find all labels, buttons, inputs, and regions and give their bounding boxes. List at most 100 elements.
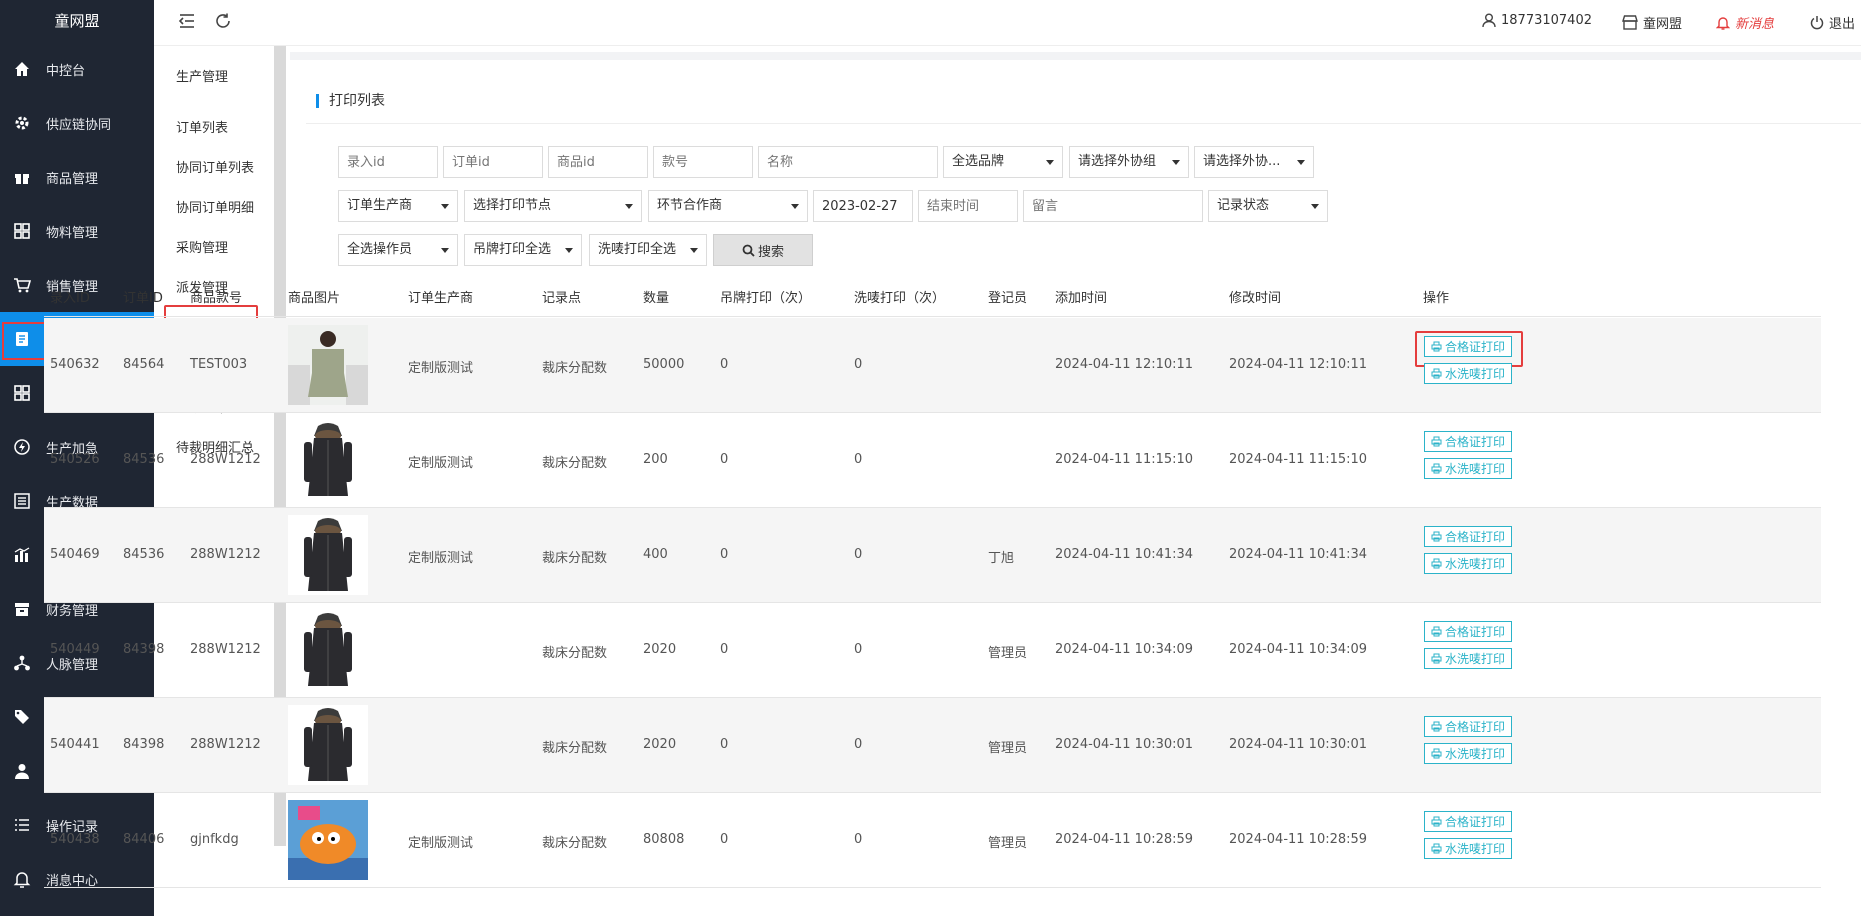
manufacturer-select[interactable]: 订单生产商 bbox=[338, 190, 458, 222]
shop-icon bbox=[1622, 15, 1638, 30]
logout-button[interactable]: 退出 bbox=[1810, 13, 1855, 32]
sub-nav-item[interactable]: 订单列表 bbox=[176, 117, 228, 136]
product-image[interactable] bbox=[288, 325, 368, 405]
table-cell-modified: 2024-04-11 11:15:10 bbox=[1229, 452, 1368, 467]
sidebar-item[interactable]: 物料管理 bbox=[0, 204, 154, 258]
order-id-input[interactable] bbox=[443, 146, 543, 178]
tag-icon bbox=[12, 707, 32, 727]
table-cell-point: 裁床分配数 bbox=[542, 741, 608, 756]
table-cell-tag: 0 bbox=[720, 642, 729, 657]
wash-print-button[interactable]: 水洗唛打印 bbox=[1424, 838, 1512, 859]
table-cell-maker: 定制版测试 bbox=[408, 551, 474, 566]
bell-icon bbox=[1716, 17, 1730, 30]
product-image[interactable] bbox=[288, 705, 368, 785]
table-cell-modified: 2024-04-11 10:30:01 bbox=[1229, 737, 1368, 752]
message-input[interactable] bbox=[1023, 190, 1203, 222]
product-image[interactable] bbox=[288, 515, 368, 595]
table-cell-style: 288W1212 bbox=[190, 547, 261, 562]
collapse-menu-icon[interactable] bbox=[178, 12, 198, 32]
wash-print-button[interactable]: 水洗唛打印 bbox=[1424, 743, 1512, 764]
table-cell-style: gjnfkdg bbox=[190, 832, 239, 847]
column-header: 商品款号 bbox=[190, 291, 243, 306]
table-row: 540438 84406 gjnfkdg 定制版测试 裁床分配数 80808 0 0 管理员 20… bbox=[44, 793, 1821, 888]
column-header: 记录点 bbox=[542, 291, 582, 306]
search-button[interactable]: 搜索 bbox=[713, 234, 813, 266]
style-no-input[interactable] bbox=[653, 146, 753, 178]
search-icon bbox=[742, 244, 755, 257]
wash-print-label: 水洗唛打印 bbox=[1444, 842, 1505, 856]
printer-icon bbox=[1431, 558, 1445, 569]
sidebar-item[interactable]: 中控台 bbox=[0, 42, 154, 96]
logout-label: 退出 bbox=[1829, 17, 1856, 32]
refresh-icon[interactable] bbox=[214, 12, 234, 32]
table-cell-modified: 2024-04-11 10:34:09 bbox=[1229, 642, 1368, 657]
printer-icon bbox=[1431, 531, 1445, 542]
table-cell-tag: 0 bbox=[720, 547, 729, 562]
wash-print-button[interactable]: 水洗唛打印 bbox=[1424, 458, 1512, 479]
operator-select[interactable]: 全选操作员 bbox=[338, 234, 458, 266]
product-image[interactable] bbox=[288, 800, 368, 880]
outsource-select[interactable]: 请选择外协... bbox=[1194, 146, 1314, 178]
cert-print-button[interactable]: 合格证打印 bbox=[1415, 331, 1523, 367]
partner-select[interactable]: 环节合作商 bbox=[648, 190, 808, 222]
table-cell-wash: 0 bbox=[854, 357, 863, 372]
wash-print-button[interactable]: 水洗唛打印 bbox=[1424, 553, 1512, 574]
print-node-select[interactable]: 选择打印节点 bbox=[464, 190, 642, 222]
column-header: 添加时间 bbox=[1055, 291, 1108, 306]
column-header: 商品图片 bbox=[288, 291, 341, 306]
table-cell-modified: 2024-04-11 12:10:11 bbox=[1229, 357, 1368, 372]
table-cell-added: 2024-04-11 12:10:11 bbox=[1055, 357, 1194, 372]
cert-print-button[interactable]: 合格证打印 bbox=[1424, 431, 1512, 452]
record-status-select[interactable]: 记录状态 bbox=[1208, 190, 1328, 222]
cert-print-button[interactable]: 合格证打印 bbox=[1424, 716, 1512, 737]
brand-select[interactable]: 全选品牌 bbox=[943, 146, 1063, 178]
sub-nav-item[interactable]: 协同订单明细 bbox=[176, 197, 254, 216]
table-cell-qty: 400 bbox=[643, 547, 668, 562]
printer-icon bbox=[1431, 626, 1445, 637]
table-cell-point: 裁床分配数 bbox=[542, 361, 608, 376]
sidebar-item-label: 商品管理 bbox=[46, 171, 99, 187]
column-header: 录入ID bbox=[50, 291, 90, 306]
outsource-group-select[interactable]: 请选择外协组 bbox=[1069, 146, 1189, 178]
end-date-input[interactable] bbox=[918, 190, 1018, 222]
tag-print-select[interactable]: 吊牌打印全选 bbox=[464, 234, 582, 266]
table-cell-style: 288W1212 bbox=[190, 642, 261, 657]
product-image[interactable] bbox=[288, 420, 368, 500]
user-account-link[interactable]: 18773107402 bbox=[1482, 13, 1592, 28]
table-cell-style: 288W1212 bbox=[190, 452, 261, 467]
table-cell-entry-id: 540438 bbox=[50, 832, 100, 847]
sub-nav-item[interactable]: 采购管理 bbox=[176, 237, 228, 256]
column-header: 洗唛打印（次） bbox=[854, 291, 946, 306]
wash-print-button[interactable]: 水洗唛打印 bbox=[1424, 363, 1512, 384]
table-cell-maker: 定制版测试 bbox=[408, 836, 474, 851]
shop-link[interactable]: 童网盟 bbox=[1622, 13, 1682, 32]
cert-print-label: 合格证打印 bbox=[1444, 625, 1505, 639]
list-icon bbox=[12, 815, 32, 835]
table-cell-qty: 80808 bbox=[643, 832, 685, 847]
cert-print-button[interactable]: 合格证打印 bbox=[1424, 811, 1512, 832]
new-message-link[interactable]: 新消息 bbox=[1716, 13, 1774, 32]
grid-icon bbox=[12, 383, 32, 403]
table-cell-point: 裁床分配数 bbox=[542, 551, 608, 566]
table-cell-qty: 2020 bbox=[643, 737, 677, 752]
brand-title: 童网盟 bbox=[54, 12, 100, 30]
product-image[interactable] bbox=[288, 610, 368, 690]
wash-print-select[interactable]: 洗唛打印全选 bbox=[589, 234, 707, 266]
product-id-input[interactable] bbox=[548, 146, 648, 178]
sub-nav-item[interactable]: 协同订单列表 bbox=[176, 157, 254, 176]
cert-print-button[interactable]: 合格证打印 bbox=[1424, 621, 1512, 642]
printer-icon bbox=[1431, 748, 1445, 759]
table-cell-entry-id: 540441 bbox=[50, 737, 100, 752]
wash-print-button[interactable]: 水洗唛打印 bbox=[1424, 648, 1512, 669]
grid-icon bbox=[12, 221, 32, 241]
sidebar-item[interactable]: 供应链协同 bbox=[0, 96, 154, 150]
cert-print-button[interactable]: 合格证打印 bbox=[1424, 526, 1512, 547]
title-divider bbox=[306, 123, 1861, 124]
table-cell-tag: 0 bbox=[720, 832, 729, 847]
search-label: 搜索 bbox=[757, 244, 784, 260]
start-date-input[interactable] bbox=[813, 190, 913, 222]
entry-id-input[interactable] bbox=[338, 146, 438, 178]
table-cell-maker: 定制版测试 bbox=[408, 361, 474, 376]
sidebar-item[interactable]: 商品管理 bbox=[0, 150, 154, 204]
name-input[interactable] bbox=[758, 146, 938, 178]
